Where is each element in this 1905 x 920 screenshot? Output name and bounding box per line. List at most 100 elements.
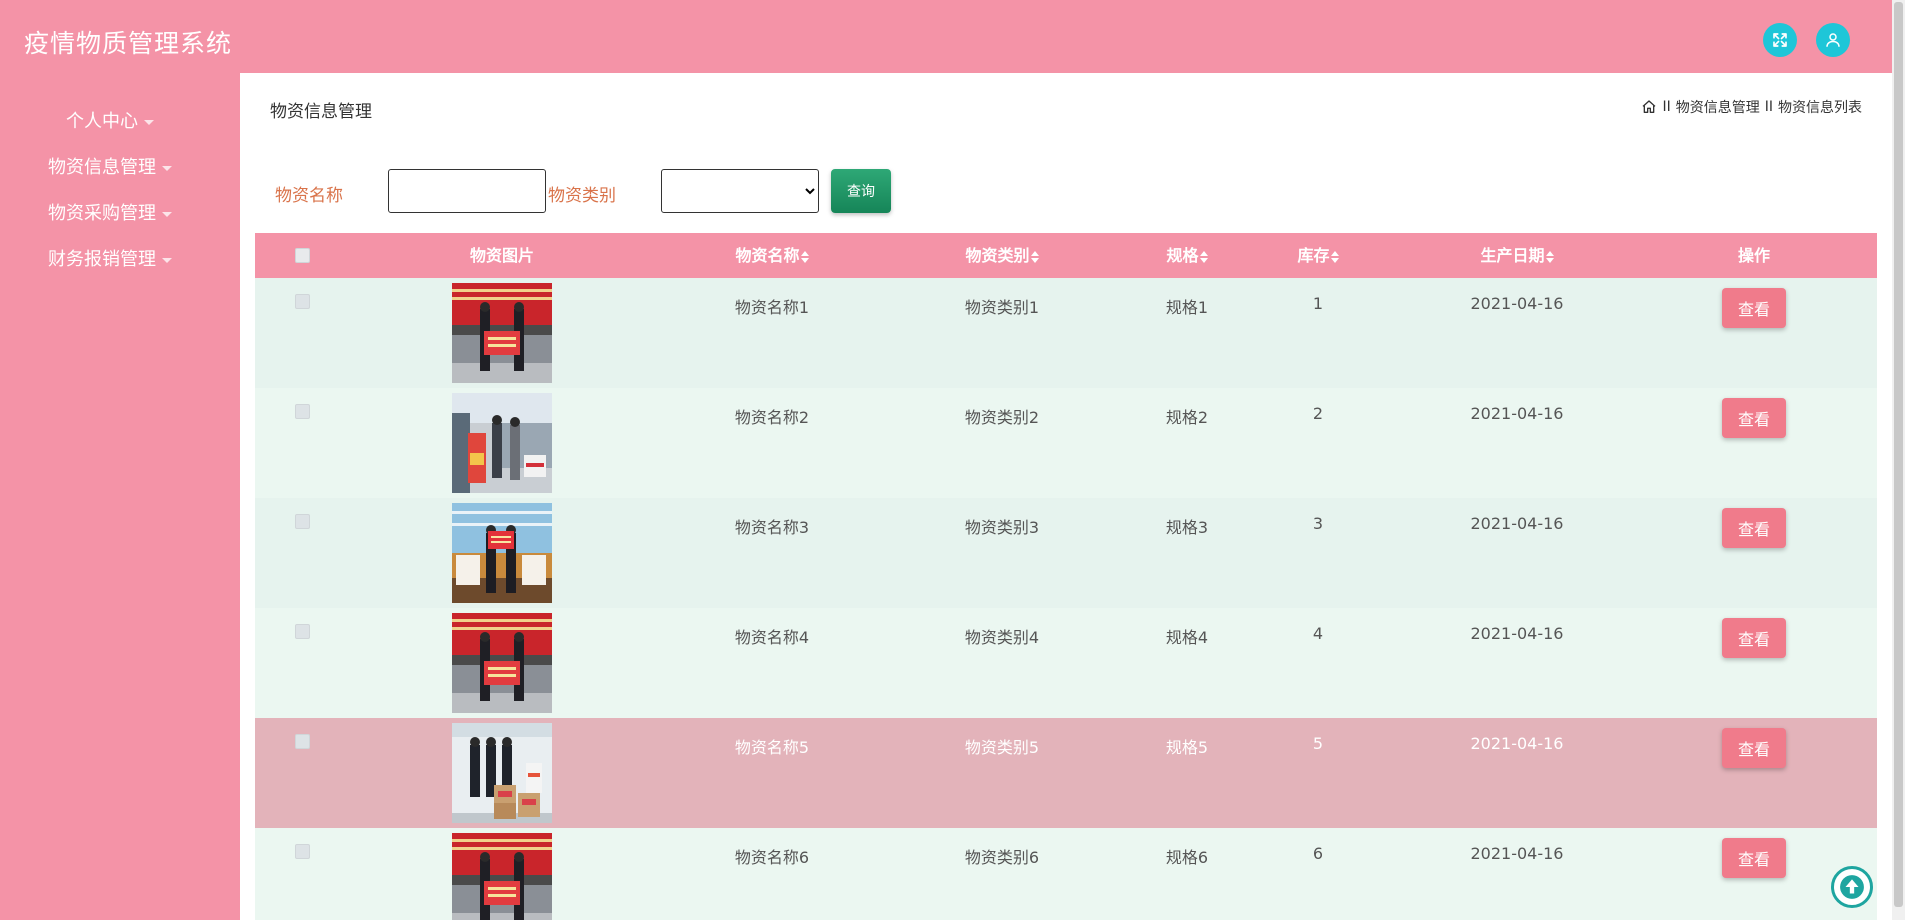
sidebar-item-procurement[interactable]: 物资采购管理 [0, 199, 220, 225]
view-button[interactable]: 查看 [1722, 618, 1786, 658]
column-header-category[interactable]: 物资类别 [912, 233, 1092, 278]
breadcrumb-item[interactable]: 物资信息管理 [1676, 97, 1760, 117]
production-date: 2021-04-16 [1470, 624, 1564, 643]
caret-down-icon [162, 211, 172, 217]
top-bar: 疫情物质管理系统 [0, 0, 1905, 73]
table-row[interactable]: 物资名称5 物资类别5 规格5 5 2021-04-16 查看 [255, 718, 1877, 828]
column-header-actions: 操作 [1737, 246, 1770, 265]
expand-icon [1773, 33, 1787, 47]
view-button[interactable]: 查看 [1722, 288, 1786, 328]
material-category: 物资类别3 [964, 518, 1040, 537]
column-header-spec[interactable]: 规格 [1127, 233, 1247, 278]
row-checkbox[interactable] [295, 514, 310, 529]
view-button[interactable]: 查看 [1722, 838, 1786, 878]
user-button[interactable] [1816, 23, 1850, 57]
column-header-date[interactable]: 生产日期 [1427, 233, 1607, 278]
sidebar-item-label: 财务报销管理 [48, 249, 156, 270]
material-name: 物资名称5 [734, 738, 810, 757]
search-button[interactable]: 查询 [831, 169, 891, 213]
row-checkbox[interactable] [295, 734, 310, 749]
app-title: 疫情物质管理系统 [24, 29, 233, 58]
material-name: 物资名称6 [734, 848, 810, 867]
column-header-stock[interactable]: 库存 [1258, 233, 1378, 278]
main-content: 物资信息管理 II 物资信息管理 II 物资信息列表 物资名称 物资类别 查询 … [240, 73, 1892, 920]
sidebar-item-label: 物资采购管理 [48, 203, 156, 224]
view-button[interactable]: 查看 [1722, 728, 1786, 768]
column-header-photo: 物资图片 [469, 246, 534, 265]
sort-icon [1545, 250, 1554, 263]
material-photo [452, 833, 552, 920]
sort-icon [1030, 250, 1039, 263]
page-scrollbar[interactable] [1892, 0, 1905, 920]
material-category: 物资类别2 [964, 408, 1040, 427]
material-photo [452, 723, 552, 823]
material-spec: 规格3 [1165, 518, 1209, 537]
table-row[interactable]: 物资名称6 物资类别6 规格6 6 2021-04-16 查看 [255, 828, 1877, 920]
breadcrumb-separator: II [1764, 99, 1773, 115]
material-photo [452, 613, 552, 713]
caret-down-icon [144, 119, 154, 125]
name-search-input[interactable] [388, 169, 546, 213]
select-all-checkbox[interactable] [295, 248, 310, 263]
caret-down-icon [162, 257, 172, 263]
material-stock: 5 [1312, 734, 1324, 753]
sort-icon [1330, 250, 1339, 263]
row-checkbox[interactable] [295, 844, 310, 859]
material-photo [452, 283, 552, 383]
scrollbar-thumb[interactable] [1894, 2, 1903, 907]
table-row[interactable]: 物资名称1 物资类别1 规格1 1 2021-04-16 查看 [255, 278, 1877, 388]
row-checkbox[interactable] [295, 624, 310, 639]
material-spec: 规格5 [1165, 738, 1209, 757]
table-row[interactable]: 物资名称2 物资类别2 规格2 2 2021-04-16 查看 [255, 388, 1877, 498]
table-row[interactable]: 物资名称3 物资类别3 规格3 3 2021-04-16 查看 [255, 498, 1877, 608]
scroll-to-top-button[interactable] [1831, 866, 1873, 908]
row-checkbox[interactable] [295, 294, 310, 309]
fullscreen-button[interactable] [1763, 23, 1797, 57]
category-select[interactable] [661, 169, 819, 213]
sidebar-item-label: 个人中心 [66, 111, 138, 132]
material-photo [452, 503, 552, 603]
material-name: 物资名称1 [734, 298, 810, 317]
material-category: 物资类别6 [964, 848, 1040, 867]
arrow-up-icon [1840, 875, 1864, 899]
material-name: 物资名称3 [734, 518, 810, 537]
material-name: 物资名称2 [734, 408, 810, 427]
home-icon[interactable] [1641, 99, 1657, 115]
production-date: 2021-04-16 [1470, 294, 1564, 313]
sidebar-item-finance[interactable]: 财务报销管理 [0, 245, 220, 271]
material-stock: 1 [1312, 294, 1324, 313]
production-date: 2021-04-16 [1470, 734, 1564, 753]
column-header-name[interactable]: 物资名称 [682, 233, 862, 278]
breadcrumb-separator: II [1662, 99, 1671, 115]
material-spec: 规格4 [1165, 628, 1209, 647]
production-date: 2021-04-16 [1470, 844, 1564, 863]
material-spec: 规格6 [1165, 848, 1209, 867]
sidebar-item-material-info[interactable]: 物资信息管理 [0, 153, 220, 179]
row-checkbox[interactable] [295, 404, 310, 419]
material-spec: 规格1 [1165, 298, 1209, 317]
table-header: 物资图片 物资名称 物资类别 规格 库存 生产日期 操作 [255, 233, 1877, 278]
material-stock: 3 [1312, 514, 1324, 533]
breadcrumb: II 物资信息管理 II 物资信息列表 [1641, 97, 1862, 117]
page-title: 物资信息管理 [270, 102, 372, 122]
sort-icon [800, 250, 809, 263]
material-table: 物资图片 物资名称 物资类别 规格 库存 生产日期 操作 物资名称1 物资类别1… [255, 233, 1877, 920]
material-category: 物资类别5 [964, 738, 1040, 757]
material-spec: 规格2 [1165, 408, 1209, 427]
production-date: 2021-04-16 [1470, 514, 1564, 533]
material-stock: 4 [1312, 624, 1324, 643]
material-photo [452, 393, 552, 493]
breadcrumb-item: 物资信息列表 [1778, 100, 1862, 116]
material-category: 物资类别4 [964, 628, 1040, 647]
category-search-label: 物资类别 [548, 186, 616, 206]
sort-icon [1199, 250, 1208, 263]
caret-down-icon [162, 165, 172, 171]
table-row[interactable]: 物资名称4 物资类别4 规格4 4 2021-04-16 查看 [255, 608, 1877, 718]
view-button[interactable]: 查看 [1722, 398, 1786, 438]
name-search-label: 物资名称 [275, 186, 343, 206]
sidebar-item-label: 物资信息管理 [48, 157, 156, 178]
user-icon [1826, 33, 1840, 47]
view-button[interactable]: 查看 [1722, 508, 1786, 548]
sidebar-item-personal-center[interactable]: 个人中心 [0, 107, 220, 133]
material-name: 物资名称4 [734, 628, 810, 647]
